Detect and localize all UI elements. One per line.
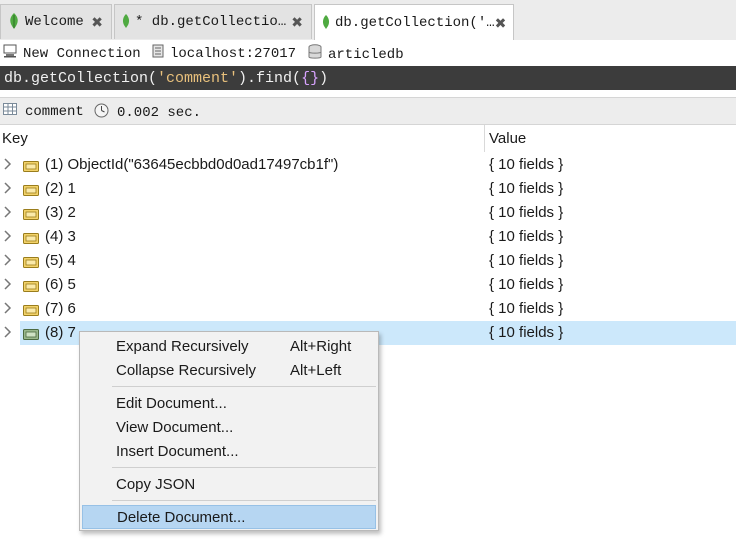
- tab-label: db.getCollection('…: [335, 15, 495, 31]
- query-collection-arg: 'comment': [157, 69, 239, 87]
- results-info-bar: comment 0.002 sec.: [0, 97, 736, 125]
- row-value: { 10 fields }: [489, 228, 564, 245]
- row-value: { 10 fields }: [489, 276, 564, 293]
- chevron-right-icon[interactable]: [3, 229, 13, 247]
- menu-item-label: Expand Recursively: [116, 338, 249, 355]
- query-filter: {}: [301, 69, 320, 87]
- row-key: (2) 1: [45, 180, 76, 197]
- row-value: { 10 fields }: [489, 156, 564, 173]
- menu-separator: [112, 500, 376, 501]
- value-column-header[interactable]: Value: [489, 130, 526, 147]
- connection-bar: New Connection localhost:27017 articledb: [0, 40, 736, 66]
- document-icon: [23, 183, 39, 200]
- query-prefix: db.getCollection(: [4, 69, 158, 87]
- row-key: (6) 5: [45, 276, 76, 293]
- tree-row[interactable]: (2) 1 { 10 fields }: [0, 177, 736, 201]
- query-editor[interactable]: db.getCollection('comment').find({}): [0, 66, 736, 90]
- close-icon[interactable]: ✖: [291, 14, 303, 31]
- tree-row[interactable]: (6) 5 { 10 fields }: [0, 273, 736, 297]
- document-icon: [23, 279, 39, 296]
- document-icon: [23, 303, 39, 320]
- tree-row[interactable]: (3) 2 { 10 fields }: [0, 201, 736, 225]
- row-key: (3) 2: [45, 204, 76, 221]
- query-method: ).find(: [238, 69, 302, 87]
- menu-item-label: Insert Document...: [116, 443, 239, 460]
- mongodb-leaf-icon: [121, 13, 131, 32]
- tab-query-2[interactable]: db.getCollection('… ✖: [314, 4, 514, 41]
- document-icon: [23, 255, 39, 272]
- tree-row[interactable]: (7) 6 { 10 fields }: [0, 297, 736, 321]
- connection-database-label: articledb: [328, 46, 404, 63]
- menu-item-label: Collapse Recursively: [116, 362, 257, 379]
- menu-item-delete-document[interactable]: Delete Document...: [82, 505, 376, 529]
- chevron-right-icon[interactable]: [3, 253, 13, 271]
- close-icon[interactable]: ✖: [495, 15, 507, 32]
- connection-host[interactable]: localhost:27017: [152, 44, 296, 63]
- mongodb-leaf-icon: [7, 12, 21, 33]
- menu-item-expand-recursively[interactable]: Expand Recursively Alt+Right: [82, 334, 376, 358]
- close-icon[interactable]: ✖: [91, 14, 103, 31]
- tree-row[interactable]: (4) 3 { 10 fields }: [0, 225, 736, 249]
- server-icon: [152, 44, 164, 63]
- tab-label: * db.getCollectio…: [135, 14, 287, 30]
- menu-item-shortcut: Alt+Left: [290, 362, 342, 379]
- menu-separator: [112, 386, 376, 387]
- tab-bar: Welcome ✖ * db.getCollectio… ✖ db.getCol…: [0, 0, 736, 41]
- menu-item-collapse-recursively[interactable]: Collapse Recursively Alt+Left: [82, 358, 376, 382]
- chevron-right-icon[interactable]: [3, 277, 13, 295]
- document-icon: [23, 327, 39, 344]
- clock-icon: [94, 103, 109, 123]
- menu-item-label: View Document...: [116, 419, 234, 436]
- connection-host-label: localhost:27017: [170, 45, 297, 62]
- row-key: (8) 7: [45, 324, 76, 341]
- query-suffix: ): [319, 69, 329, 87]
- database-icon: [308, 44, 322, 65]
- tree-row[interactable]: (5) 4 { 10 fields }: [0, 249, 736, 273]
- menu-item-label: Edit Document...: [116, 395, 227, 412]
- menu-separator: [112, 467, 376, 468]
- menu-item-label: Copy JSON: [116, 476, 196, 493]
- row-value: { 10 fields }: [489, 300, 564, 317]
- mongodb-leaf-icon: [321, 14, 331, 33]
- row-key: (5) 4: [45, 252, 76, 269]
- column-divider[interactable]: [484, 125, 485, 152]
- context-menu: Expand Recursively Alt+Right Collapse Re…: [79, 331, 379, 531]
- connection-name-label: New Connection: [23, 45, 141, 62]
- results-collection-label: comment: [25, 103, 84, 120]
- chevron-right-icon[interactable]: [3, 157, 13, 175]
- chevron-right-icon[interactable]: [3, 325, 13, 343]
- row-value: { 10 fields }: [489, 324, 564, 341]
- row-key: (7) 6: [45, 300, 76, 317]
- tree-header: Key Value: [0, 125, 736, 152]
- row-key: (4) 3: [45, 228, 76, 245]
- table-icon: [3, 103, 17, 120]
- menu-item-insert-document[interactable]: Insert Document...: [82, 439, 376, 463]
- tab-label: Welcome: [25, 14, 84, 30]
- connection-name[interactable]: New Connection: [3, 44, 141, 63]
- menu-item-edit-document[interactable]: Edit Document...: [82, 391, 376, 415]
- computer-icon: [3, 44, 17, 63]
- row-value: { 10 fields }: [489, 180, 564, 197]
- chevron-right-icon[interactable]: [3, 301, 13, 319]
- document-icon: [23, 159, 39, 176]
- row-key: (1) ObjectId("63645ecbbd0d0ad17497cb1f"): [45, 156, 339, 173]
- results-time-label: 0.002 sec.: [117, 105, 202, 121]
- tree-row[interactable]: (1) ObjectId("63645ecbbd0d0ad17497cb1f")…: [0, 153, 736, 177]
- document-icon: [23, 231, 39, 248]
- key-column-header[interactable]: Key: [2, 130, 28, 147]
- results-time: 0.002 sec.: [94, 103, 201, 123]
- chevron-right-icon[interactable]: [3, 205, 13, 223]
- row-value: { 10 fields }: [489, 204, 564, 221]
- menu-item-shortcut: Alt+Right: [290, 338, 352, 355]
- menu-item-copy-json[interactable]: Copy JSON: [82, 472, 376, 496]
- menu-item-label: Delete Document...: [117, 509, 246, 526]
- connection-database[interactable]: articledb: [308, 44, 404, 65]
- menu-item-view-document[interactable]: View Document...: [82, 415, 376, 439]
- tab-query-1[interactable]: * db.getCollectio… ✖: [114, 4, 312, 39]
- tab-welcome[interactable]: Welcome ✖: [0, 4, 112, 39]
- document-icon: [23, 207, 39, 224]
- results-collection: comment: [3, 103, 84, 120]
- row-value: { 10 fields }: [489, 252, 564, 269]
- chevron-right-icon[interactable]: [3, 181, 13, 199]
